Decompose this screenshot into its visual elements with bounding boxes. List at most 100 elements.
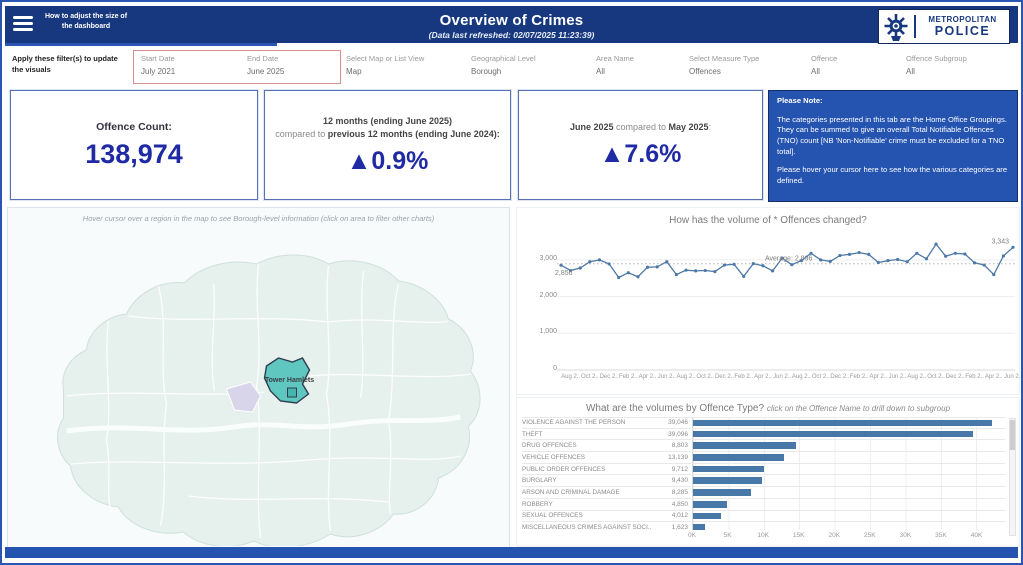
bar-track: [692, 499, 1005, 510]
y-axis-tick: 3,000: [519, 255, 557, 262]
filter-select-measure-type[interactable]: Select Measure TypeOffences: [689, 54, 759, 76]
offence-bar[interactable]: [693, 454, 784, 461]
offence-bar[interactable]: [693, 513, 721, 520]
filter-value[interactable]: Borough: [471, 67, 536, 76]
offence-bar[interactable]: [693, 442, 796, 449]
filter-offence[interactable]: Offence All: [811, 54, 837, 76]
mom-mid: compared to: [613, 122, 668, 132]
offences-line-chart[interactable]: 2,856Average: 2,8963,343: [553, 230, 1019, 380]
offence-name[interactable]: MISCELLANEOUS CRIMES AGAINST SOCI..: [522, 524, 652, 530]
y-axis-tick: 1,000: [519, 328, 557, 335]
filter-bar: Apply these filter(s) to update the visu…: [5, 46, 1018, 88]
mom-month2: May 2025: [669, 122, 709, 132]
offence-name[interactable]: ROBBERY: [522, 501, 652, 508]
filter-label: Offence: [811, 54, 837, 63]
offence-bar[interactable]: [693, 431, 973, 438]
filter-value[interactable]: Offences: [689, 67, 759, 76]
svg-text:2,856: 2,856: [555, 270, 573, 277]
x-axis-tick: Dec 2..: [715, 374, 734, 380]
bar-axis-tick: 15K: [793, 532, 805, 539]
x-axis-tick: Aug 2..: [792, 374, 811, 380]
bar-chart-scrollbar[interactable]: [1009, 418, 1016, 536]
offence-name[interactable]: DRUG OFFENCES: [522, 442, 652, 449]
x-axis-tick: Feb 2..: [965, 374, 984, 380]
offence-count: 4,850: [652, 501, 692, 508]
filter-start-date[interactable]: Start DateJuly 2021: [141, 54, 175, 76]
filter-area-name[interactable]: Area Name All: [596, 54, 634, 76]
met-police-logo: METROPOLITAN POLICE: [878, 9, 1010, 44]
offence-count-value: 138,974: [85, 139, 183, 170]
filter-value[interactable]: All: [811, 67, 837, 76]
bar-axis-tick: 25K: [864, 532, 876, 539]
police-crest-icon: [883, 12, 909, 42]
bar-track: [692, 452, 1005, 463]
please-note-box[interactable]: Please Note: The categories presented in…: [768, 90, 1018, 202]
volume-line-chart-panel[interactable]: How has the volume of * Offences changed…: [516, 207, 1020, 395]
x-axis-tick: Aug 2..: [907, 374, 926, 380]
filter-label: End Date: [247, 54, 284, 63]
filter-select-map-or-list-view[interactable]: Select Map or List View Map: [346, 54, 458, 76]
yoy-prefix: compared to: [275, 129, 328, 139]
offence-bar[interactable]: [693, 466, 764, 473]
kpi-offence-count-card: Offence Count: 138,974: [10, 90, 258, 200]
offence-name[interactable]: SEXUAL OFFENCES: [522, 512, 652, 519]
offence-name[interactable]: VEHICLE OFFENCES: [522, 454, 652, 461]
footer-bar: [5, 547, 1018, 558]
x-axis-tick: Dec 2..: [946, 374, 965, 380]
last-refreshed-text: (Data last refreshed: 02/07/2025 11:23:3…: [5, 30, 1018, 40]
bar-track: [692, 418, 1005, 428]
filter-value[interactable]: July 2021: [141, 67, 175, 76]
offence-row: BURGLARY9,430: [522, 475, 1005, 487]
mom-suffix: :: [709, 122, 712, 132]
offence-name[interactable]: THEFT: [522, 431, 652, 438]
x-axis-tick: Feb 2..: [734, 374, 753, 380]
x-axis-tick: Feb 2..: [850, 374, 869, 380]
offence-name[interactable]: VIOLENCE AGAINST THE PERSON: [522, 419, 652, 426]
filter-label: Area Name: [596, 54, 634, 63]
offence-name[interactable]: PUBLIC ORDER OFFENCES: [522, 466, 652, 473]
london-outline[interactable]: [58, 255, 480, 546]
bar-axis-tick: 0K: [688, 532, 696, 539]
offence-bar[interactable]: [693, 489, 751, 496]
x-axis-tick: Apr 2..: [985, 374, 1003, 380]
note-title: Please Note:: [777, 96, 1009, 107]
bar-axis-tick: 20K: [828, 532, 840, 539]
filter-value[interactable]: All: [906, 67, 967, 76]
offence-bar[interactable]: [693, 524, 705, 530]
scrollbar-thumb[interactable]: [1010, 420, 1015, 450]
logo-text: METROPOLITAN POLICE: [914, 15, 1003, 38]
offence-row: ROBBERY4,850: [522, 499, 1005, 511]
offence-bar[interactable]: [693, 477, 762, 484]
filter-geographical-level[interactable]: Geographical LevelBorough: [471, 54, 536, 76]
bar-chart-subtitle: click on the Offence Name to drill down …: [767, 404, 950, 413]
filter-end-date[interactable]: End Date June 2025: [247, 54, 284, 76]
filter-intro-text: Apply these filter(s) to update the visu…: [12, 54, 130, 75]
filter-offence-subgroup[interactable]: Offence Subgroup All: [906, 54, 967, 76]
offence-name[interactable]: ARSON AND CRIMINAL DAMAGE: [522, 489, 652, 496]
filter-label: Select Map or List View: [346, 54, 458, 63]
bar-axis-tick: 40K: [971, 532, 983, 539]
bar-axis-tick: 30K: [900, 532, 912, 539]
note-paragraph-2: Please hover your cursor here to see how…: [777, 165, 1009, 186]
note-paragraph-1: The categories presented in this tab are…: [777, 115, 1009, 158]
tower-hamlets-sub-area[interactable]: [288, 388, 297, 397]
offence-count: 8,285: [652, 489, 692, 496]
yoy-delta-value: ▲0.9%: [347, 147, 429, 176]
offence-row: VIOLENCE AGAINST THE PERSON39,046: [522, 417, 1005, 429]
x-axis-tick: Jun 2..: [889, 374, 907, 380]
london-borough-map[interactable]: Tower Hamlets: [8, 226, 509, 546]
x-axis-tick: Apr 2..: [754, 374, 772, 380]
filter-value[interactable]: All: [596, 67, 634, 76]
filter-label: Offence Subgroup: [906, 54, 967, 63]
filter-value[interactable]: June 2025: [247, 67, 284, 76]
x-axis-tick: Oct 2..: [581, 374, 599, 380]
filter-value[interactable]: Map: [346, 67, 458, 76]
offence-name[interactable]: BURGLARY: [522, 477, 652, 484]
offence-bar[interactable]: [693, 501, 727, 508]
offence-count: 13,139: [652, 454, 692, 461]
offence-count: 1,623: [652, 524, 692, 530]
x-axis-tick: Aug 2..: [677, 374, 696, 380]
offence-bar[interactable]: [693, 420, 992, 426]
mom-month1: June 2025: [570, 122, 614, 132]
bar-chart-title: What are the volumes by Offence Type? cl…: [517, 398, 1019, 414]
